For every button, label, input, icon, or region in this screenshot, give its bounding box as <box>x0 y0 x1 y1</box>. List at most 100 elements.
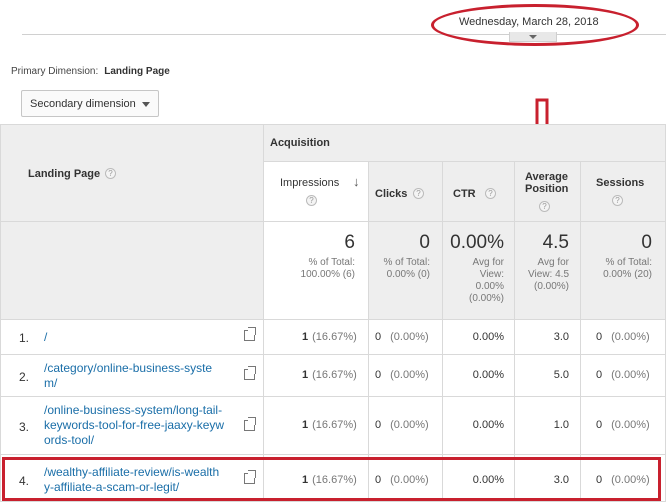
sort-descending-icon[interactable]: ↓ <box>353 174 360 189</box>
total-ctr-value: 0.00% <box>450 232 504 253</box>
sessions-percent: (0.00%) <box>611 331 650 343</box>
row-clicks: 0 (0.00%) <box>369 320 443 355</box>
landing-page-header[interactable]: Landing Page ? <box>0 124 264 222</box>
open-in-new-icon[interactable] <box>244 417 256 431</box>
landing-page-link[interactable]: /category/online-business-syste <box>44 361 212 376</box>
row-impressions: 1 (16.67%) <box>264 397 369 455</box>
average-position-column-header[interactable]: Average Position ? <box>515 162 581 222</box>
total-ctr: 0.00% Avg for View: 0.00% (0.00%) <box>443 222 515 320</box>
sessions-value: 0 <box>596 369 603 381</box>
total-sessions-sub2: 0.00% (20) <box>603 269 652 280</box>
row-sessions: 0 (0.00%) <box>581 397 666 455</box>
ctr-header-label: CTR <box>453 188 476 200</box>
clicks-value: 0 <box>375 369 382 381</box>
total-sessions: 0 % of Total: 0.00% (20) <box>581 222 666 320</box>
row-sessions: 0 (0.00%) <box>581 320 666 355</box>
row-ctr: 0.00% <box>443 355 515 397</box>
help-icon[interactable]: ? <box>105 168 116 179</box>
totals-row-label <box>0 222 264 320</box>
ctr-value: 0.00% <box>472 419 504 431</box>
landing-page-link-cont[interactable]: ords-tool/ <box>44 433 94 448</box>
total-avg-position-sub1: Avg for <box>537 257 570 268</box>
clicks-percent: (0.00%) <box>390 419 429 431</box>
total-avg-position-sub2: View: 4.5 <box>528 269 569 280</box>
total-impressions-sub1: % of Total: <box>308 257 355 268</box>
sessions-column-header[interactable]: Sessions ? <box>581 162 666 222</box>
secondary-dimension-dropdown[interactable]: Secondary dimension <box>21 90 159 117</box>
avg-position-value: 3.0 <box>553 331 569 343</box>
table-row: 2. /category/online-business-syste m/ <box>0 355 264 397</box>
total-clicks-value: 0 <box>419 232 430 253</box>
clicks-value: 0 <box>375 419 382 431</box>
impressions-percent: (16.67%) <box>312 419 357 431</box>
row-clicks: 0 (0.00%) <box>369 397 443 455</box>
avg-position-value: 1.0 <box>553 419 569 431</box>
total-impressions-sub2: 100.00% (6) <box>300 269 355 280</box>
clicks-column-header[interactable]: Clicks ? <box>369 162 443 222</box>
ctr-value: 0.00% <box>472 369 504 381</box>
total-avg-position-value: 4.5 <box>542 232 569 253</box>
help-icon[interactable]: ? <box>612 195 623 206</box>
row-impressions: 1 (16.67%) <box>264 320 369 355</box>
clicks-value: 0 <box>375 331 382 343</box>
row-avg-position: 3.0 <box>515 320 581 355</box>
landing-page-header-label: Landing Page <box>28 168 101 180</box>
avg-position-header-line2: Position <box>525 183 569 195</box>
row-number: 3. <box>19 420 30 434</box>
ctr-column-header[interactable]: CTR ? <box>443 162 515 222</box>
sessions-percent: (0.00%) <box>611 419 650 431</box>
total-ctr-sub4: (0.00%) <box>468 293 504 304</box>
sessions-value: 0 <box>596 331 603 343</box>
impressions-column-header[interactable]: Impressions ↓ ? <box>264 162 369 222</box>
total-clicks: 0 % of Total: 0.00% (0) <box>369 222 443 320</box>
primary-dimension-value[interactable]: Landing Page <box>104 66 170 77</box>
row-ctr: 0.00% <box>443 397 515 455</box>
acquisition-group-header: Acquisition <box>264 124 666 162</box>
avg-position-value: 5.0 <box>553 369 569 381</box>
help-icon[interactable]: ? <box>306 195 317 206</box>
landing-page-link[interactable]: /online-business-system/long-tail- <box>44 403 222 418</box>
table-row: 1. / <box>0 320 264 355</box>
clicks-header-label: Clicks <box>375 188 408 200</box>
landing-page-link[interactable]: / <box>44 330 47 345</box>
total-ctr-sub3: 0.00% <box>475 281 504 292</box>
total-clicks-sub1: % of Total: <box>383 257 430 268</box>
primary-dimension: Primary Dimension: Landing Page <box>11 66 170 77</box>
impressions-value: 1 <box>302 369 309 381</box>
primary-dimension-label: Primary Dimension: <box>11 66 99 77</box>
clicks-percent: (0.00%) <box>390 369 429 381</box>
row-number: 1. <box>19 331 30 345</box>
total-ctr-sub2: View: <box>479 269 504 280</box>
row-avg-position: 1.0 <box>515 397 581 455</box>
total-impressions-value: 6 <box>344 232 355 253</box>
open-in-new-icon[interactable] <box>244 366 256 380</box>
avg-position-header-line1: Average <box>525 171 569 183</box>
sessions-percent: (0.00%) <box>611 369 650 381</box>
impressions-value: 1 <box>302 331 309 343</box>
impressions-header-label: Impressions <box>280 177 340 189</box>
help-icon[interactable]: ? <box>539 201 550 212</box>
impressions-value: 1 <box>302 419 309 431</box>
ctr-value: 0.00% <box>472 331 504 343</box>
open-in-new-icon[interactable] <box>244 327 256 341</box>
total-clicks-sub2: 0.00% (0) <box>386 269 430 280</box>
total-impressions: 6 % of Total: 100.00% (6) <box>264 222 369 320</box>
landing-page-link-cont[interactable]: m/ <box>44 376 57 391</box>
help-icon[interactable]: ? <box>485 188 496 199</box>
row-impressions: 1 (16.67%) <box>264 355 369 397</box>
dropdown-arrow-icon <box>142 102 150 107</box>
row-number: 2. <box>19 370 30 384</box>
row-ctr: 0.00% <box>443 320 515 355</box>
secondary-dimension-label: Secondary dimension <box>30 98 136 110</box>
help-icon[interactable]: ? <box>413 188 424 199</box>
impressions-percent: (16.67%) <box>312 331 357 343</box>
acquisition-group-label: Acquisition <box>270 137 330 149</box>
total-avg-position-sub3: (0.00%) <box>533 281 569 292</box>
table-row: 3. /online-business-system/long-tail- ke… <box>0 397 264 455</box>
impressions-percent: (16.67%) <box>312 369 357 381</box>
clicks-percent: (0.00%) <box>390 331 429 343</box>
landing-page-link-cont[interactable]: keywords-tool-for-free-jaaxy-keyw <box>44 418 224 433</box>
report-table: Landing Page ? Acquisition Impressions ↓… <box>0 124 666 502</box>
sessions-value: 0 <box>596 419 603 431</box>
total-ctr-sub1: Avg for <box>472 257 505 268</box>
